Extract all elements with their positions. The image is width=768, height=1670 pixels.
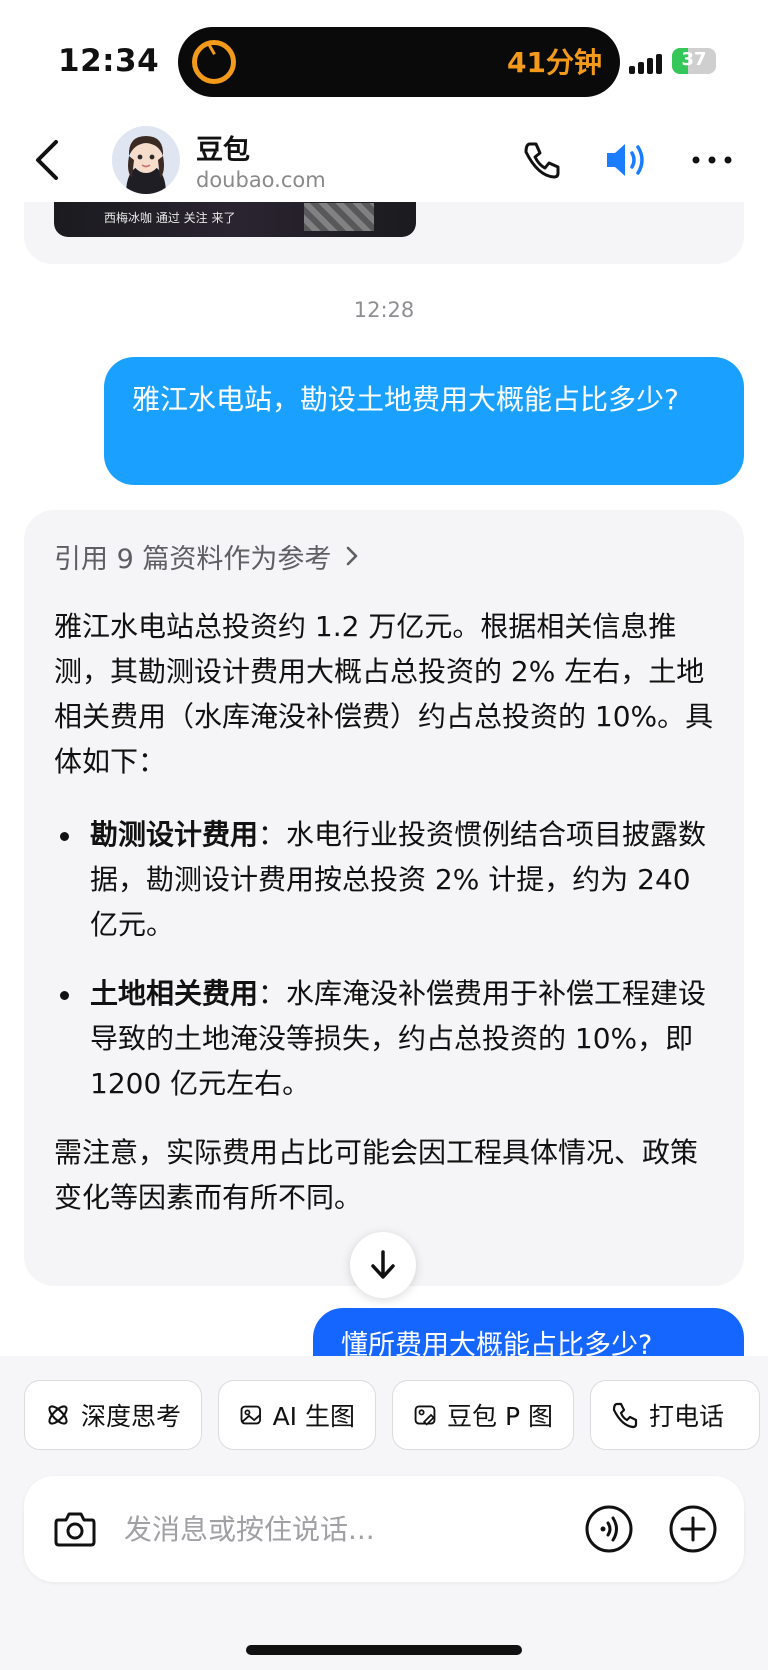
chip-deep-think[interactable]: 深度思考 [24, 1380, 202, 1450]
bullet-title: 土地相关费用 [90, 977, 259, 1010]
status-bar: 12:34 41分钟 37 [0, 0, 768, 118]
scroll-to-bottom-button[interactable] [350, 1232, 416, 1298]
thumbnail-caption: 西梅冰咖 通过 关注 来了 [104, 211, 236, 225]
ai-response-card: 引用 9 篇资料作为参考 雅江水电站总投资约 1.2 万亿元。根据相关信息推测，… [24, 510, 744, 1286]
camera-button[interactable] [52, 1506, 98, 1552]
signal-icon [629, 52, 665, 74]
chip-label: 深度思考 [80, 1402, 181, 1431]
chip-label: 豆包 P 图 [447, 1402, 553, 1431]
chat-header: 豆包 doubao.com [0, 118, 768, 202]
message-input-bar [24, 1476, 744, 1582]
image-icon [240, 1405, 261, 1425]
chevron-left-icon [36, 140, 58, 180]
bot-domain: doubao.com [196, 168, 326, 192]
more-button[interactable] [688, 138, 736, 182]
timer-icon [192, 40, 236, 84]
back-button[interactable] [28, 134, 68, 186]
home-indicator[interactable] [246, 1645, 522, 1655]
user-message[interactable]: 雅江水电站，勘设土地费用大概能占比多少? [104, 357, 744, 485]
user-message-2[interactable]: 懂所费用大概能占比多少? [313, 1308, 744, 1356]
references-label: 引用 9 篇资料作为参考 [54, 543, 332, 575]
phone-icon [524, 142, 560, 179]
chip-label: AI 生图 [272, 1402, 355, 1431]
arrow-down-icon [371, 1250, 395, 1279]
speaker-icon [607, 144, 644, 176]
ai-note-paragraph: 需注意，实际费用占比可能会因工程具体情况、政策变化等因素而有所不同。 [54, 1136, 699, 1214]
list-item: 勘测设计费用：水电行业投资惯例结合项目披露数据，勘测设计费用按总投资 2% 计提… [54, 812, 714, 947]
speaker-button[interactable] [603, 138, 653, 182]
timer-text: 41分钟 [507, 46, 602, 79]
avatar[interactable] [112, 126, 180, 194]
ai-bullet-list: 勘测设计费用：水电行业投资惯例结合项目披露数据，勘测设计费用按总投资 2% 计提… [54, 812, 714, 1106]
previous-message-card: 西梅冰咖 通过 关注 来了 [24, 202, 744, 264]
chat-list[interactable]: 西梅冰咖 通过 关注 来了 12:28 雅江水电站，勘设土地费用大概能占比多少?… [0, 202, 768, 1356]
chevron-right-icon [347, 546, 358, 566]
composer-area: 深度思考 AI 生图 豆包 P 图 打电话 发消息或按住说话... [0, 1356, 768, 1670]
battery-icon: 37 [672, 48, 716, 74]
photo-edit-icon [414, 1405, 436, 1426]
battery-level: 37 [681, 49, 707, 70]
references-link[interactable]: 引用 9 篇资料作为参考 [54, 536, 714, 576]
bullet-title: 勘测设计费用 [90, 818, 259, 851]
blurred-area [304, 203, 374, 231]
status-time: 12:34 [58, 43, 160, 79]
ai-intro-paragraph: 雅江水电站总投资约 1.2 万亿元。根据相关信息推测，其勘测设计费用大概占总投资… [54, 610, 714, 778]
chip-photo-edit[interactable]: 豆包 P 图 [392, 1380, 574, 1450]
voice-wave-icon [585, 1505, 633, 1553]
chip-label: 打电话 [649, 1402, 725, 1431]
message-timestamp: 12:28 [353, 298, 415, 322]
atom-icon [48, 1405, 68, 1425]
video-thumbnail[interactable]: 西梅冰咖 通过 关注 来了 [54, 202, 416, 237]
chat-screen: 12:34 41分钟 37 豆包 doubao.com 西梅冰咖 通过 关注 来… [0, 0, 768, 1670]
chip-call[interactable]: 打电话 [590, 1380, 760, 1450]
plus-button[interactable] [668, 1504, 718, 1554]
message-input[interactable] [124, 1504, 524, 1554]
camera-icon [54, 1512, 96, 1547]
dynamic-island[interactable]: 41分钟 [178, 27, 620, 97]
avatar-image [112, 126, 180, 194]
plus-icon [669, 1505, 717, 1553]
call-button[interactable] [520, 138, 564, 182]
voice-button[interactable] [584, 1504, 634, 1554]
bot-name: 豆包 [196, 135, 250, 166]
phone-icon [612, 1402, 638, 1429]
more-icon [692, 156, 732, 164]
chip-ai-image[interactable]: AI 生图 [218, 1380, 376, 1450]
list-item: 土地相关费用：水库淹没补偿费用于补偿工程建设导致的土地淹没等损失，约占总投资的 … [54, 971, 714, 1106]
